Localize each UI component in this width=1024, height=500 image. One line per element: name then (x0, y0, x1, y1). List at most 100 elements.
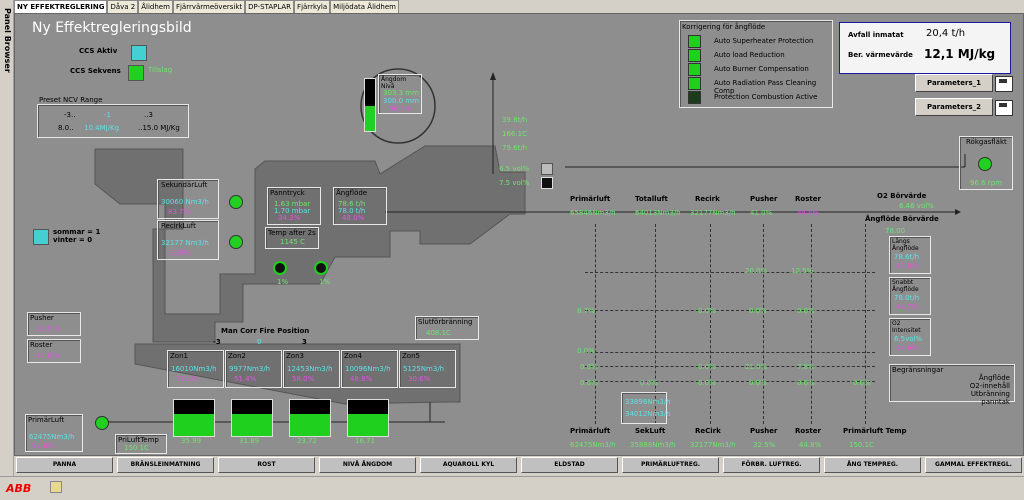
o2-indicator-2[interactable] (541, 177, 553, 189)
tank-4[interactable] (347, 399, 389, 437)
save-icon-1[interactable] (995, 76, 1013, 92)
sekundarluft-fan-icon[interactable] (229, 195, 243, 209)
burner-1-icon[interactable] (273, 261, 287, 275)
tank-1[interactable] (173, 399, 215, 437)
season-indicator[interactable] (33, 229, 49, 245)
korr-item-3: Auto Burner Compensation (714, 65, 809, 73)
grid-line (595, 224, 596, 424)
grid-val: 0.0% (698, 307, 716, 315)
tab-dava2[interactable]: Dåva 2 (107, 0, 139, 13)
nav-bransle-button[interactable]: BRÄNSLEINMATNING (117, 457, 214, 473)
tab-dp-staplar[interactable]: DP-STAPLAR (245, 0, 295, 13)
tt-h-primarluft: Primärluft (570, 195, 611, 203)
ccs-sekvens-indicator[interactable] (128, 65, 144, 81)
tank-1-value: 35.99 (181, 437, 202, 445)
tab-fjarrvarme[interactable]: Fjärrvärmeöversikt (172, 0, 246, 13)
korr-led-4[interactable] (688, 77, 701, 90)
tab-bar: NY EFFEKTREGLERING Dåva 2 Ålidhem Fjärrv… (14, 0, 399, 13)
prilufttemp-box[interactable]: PriLuftTemp 150.1C (115, 434, 167, 454)
korr-led-1[interactable] (688, 35, 701, 48)
korrigering-panel: Korrigering för ångflöde Auto Superheate… (679, 20, 833, 108)
rokgas-fan-icon[interactable] (978, 157, 992, 171)
nav-primarluftreg-button[interactable]: PRIMÄRLUFTREG. (622, 457, 719, 473)
o2-indicator-1[interactable] (541, 163, 553, 175)
parameters-1-button[interactable]: Parameters_1 (915, 74, 993, 92)
tank-2[interactable] (231, 399, 273, 437)
panntryck-pct: 34.3% (278, 214, 301, 222)
tt-h-roster: Roster (795, 195, 821, 203)
angflode-pct: 48.0% (342, 214, 365, 222)
o2int-box[interactable]: O2 Intensitet 6.5vol% 24.6% (889, 318, 931, 356)
tank-3-value: 23.72 (297, 437, 318, 445)
grid-line (811, 224, 812, 424)
slutforbranning-box[interactable]: Slutförbränning 408.1C (415, 316, 479, 340)
tank-3[interactable] (289, 399, 331, 437)
grid-val: 7.8% (797, 363, 815, 371)
recirkluft-box[interactable]: RecirkLuft 32177 Nm3/h 39.6% (157, 220, 219, 260)
tb-h-pusher: Pusher (750, 427, 778, 435)
zone-3-box[interactable]: Zon3 12453Nm3/h 58.0% (283, 350, 340, 388)
ccs-aktiv-indicator[interactable] (131, 45, 147, 61)
snabb-v1: 78.0t/h (894, 294, 920, 302)
temp-after-box[interactable]: Temp after 2s 1145 C (265, 227, 319, 249)
tab-miljodata[interactable]: Miljödata Ålidhem (330, 0, 399, 13)
save-icon-2[interactable] (995, 100, 1013, 116)
korr-led-2[interactable] (688, 49, 701, 62)
nav-forbr-button[interactable]: FÖRBR. LUFTREG. (723, 457, 820, 473)
tab-ny-effektreglering[interactable]: NY EFFEKTREGLERING (14, 0, 108, 13)
zone-2-pct: 51.4% (234, 375, 257, 383)
roster-box[interactable]: Roster 44.8 % (27, 339, 81, 363)
nav-panna-button[interactable]: PANNA (16, 457, 113, 473)
tab-alidhem[interactable]: Ålidhem (138, 0, 173, 13)
nav-eldstad-button[interactable]: ELDSTAD (521, 457, 618, 473)
avfall-panel: Avfall inmatat 20,4 t/h Ber. värmevärde … (839, 22, 1011, 74)
ncv-mid: 10.4MJ/Kg (84, 124, 120, 132)
burner-2-icon[interactable] (314, 261, 328, 275)
zone-2-box[interactable]: Zon2 9977Nm3/h 51.4% (225, 350, 282, 388)
tt-v-recirk: 32177Nm3/h (690, 209, 736, 217)
panntryck-box[interactable]: Panntryck 1.63 mbar 1.70 mbar 34.3% (267, 187, 321, 225)
sekundarluft-box[interactable]: SekundärLuft 30060 Nm3/h 83.7% (157, 179, 219, 219)
nav-angtemp-button[interactable]: ÅNG TEMPREG. (824, 457, 921, 473)
nav-niva-button[interactable]: NIVÅ ÅNGDOM (319, 457, 416, 473)
korr-led-3[interactable] (688, 63, 701, 76)
pusher-box[interactable]: Pusher 32.5 % (27, 312, 81, 336)
drum-box[interactable]: Ångdom Nivå 303.3 mm 300.0 mm 56.5% (378, 74, 422, 114)
rokgas-box[interactable]: Rökgasfläkt 96.6 rpm (959, 136, 1013, 190)
season-sommar: sommar = 1 (53, 228, 101, 236)
tab-fjarrkyla[interactable]: Fjärrkyla (294, 0, 331, 13)
burner-2-value: 1% (319, 278, 331, 286)
tank-1-empty (174, 400, 214, 414)
tt-v-totalluft: 64013Nm3/h (635, 209, 681, 217)
angflode-box[interactable]: Ångflöde 78.6 t/h 78.0 t/h 48.0% (333, 187, 387, 225)
langs-box[interactable]: Långs Ångflöde 78.6t/h 47.6% (889, 236, 931, 274)
zone-2-flow: 9977Nm3/h (229, 365, 271, 373)
nav-gammal-button[interactable]: GAMMAL EFFEKTREGL. (925, 457, 1022, 473)
nav-aquaroll-button[interactable]: AQUAROLL KYL (420, 457, 517, 473)
grid-line (585, 310, 875, 311)
zone-3-label: Zon3 (286, 352, 304, 360)
begransningar-box: Begränsningar Ångflöde O2-innehåll Utbrä… (889, 364, 1015, 406)
varmevarde-value: 12,1 MJ/kg (924, 47, 996, 61)
zone-4-box[interactable]: Zon4 10096Nm3/h 48.8% (341, 350, 398, 388)
sekundarluft-label: SekundärLuft (161, 181, 208, 189)
korr-led-5[interactable] (688, 91, 701, 104)
nav-rost-button[interactable]: ROST (218, 457, 315, 473)
zone-5-box[interactable]: Zon5 5125Nm3/h 30.6% (399, 350, 456, 388)
recirkluft-fan-icon[interactable] (229, 235, 243, 249)
primarluft-fan-icon[interactable] (95, 416, 109, 430)
grid-val: 0.0% (577, 347, 595, 355)
korr-item-1: Auto Superheater Protection (714, 37, 814, 45)
ncv-range-box[interactable]: -3.. -1 ..3 8.0.. 10.4MJ/Kg ..15.0 MJ/Kg (37, 104, 189, 138)
tb-v-roster: 44.8% (799, 441, 822, 449)
sekluft-box[interactable]: 33896Nm3/h 34012Nm3/h (621, 392, 671, 424)
fire-value[interactable]: 0 (257, 338, 261, 346)
parameters-2-button[interactable]: Parameters_2 (915, 98, 993, 116)
panel-browser-tab[interactable]: Panel Browser (0, 0, 14, 499)
angflode-label: Ångflöde (336, 189, 368, 197)
snabb-box[interactable]: Snabbt Ångflöde 78.0t/h 48.7% (889, 277, 931, 315)
zone-1-box[interactable]: Zon1 16010Nm3/h 72.1% (167, 350, 224, 388)
flue-v3: 79.6t/h (502, 144, 528, 152)
primarluft-box[interactable]: PrimärLuft 62475Nm3/h 97.6% (25, 414, 83, 452)
notification-icon[interactable] (50, 481, 62, 493)
